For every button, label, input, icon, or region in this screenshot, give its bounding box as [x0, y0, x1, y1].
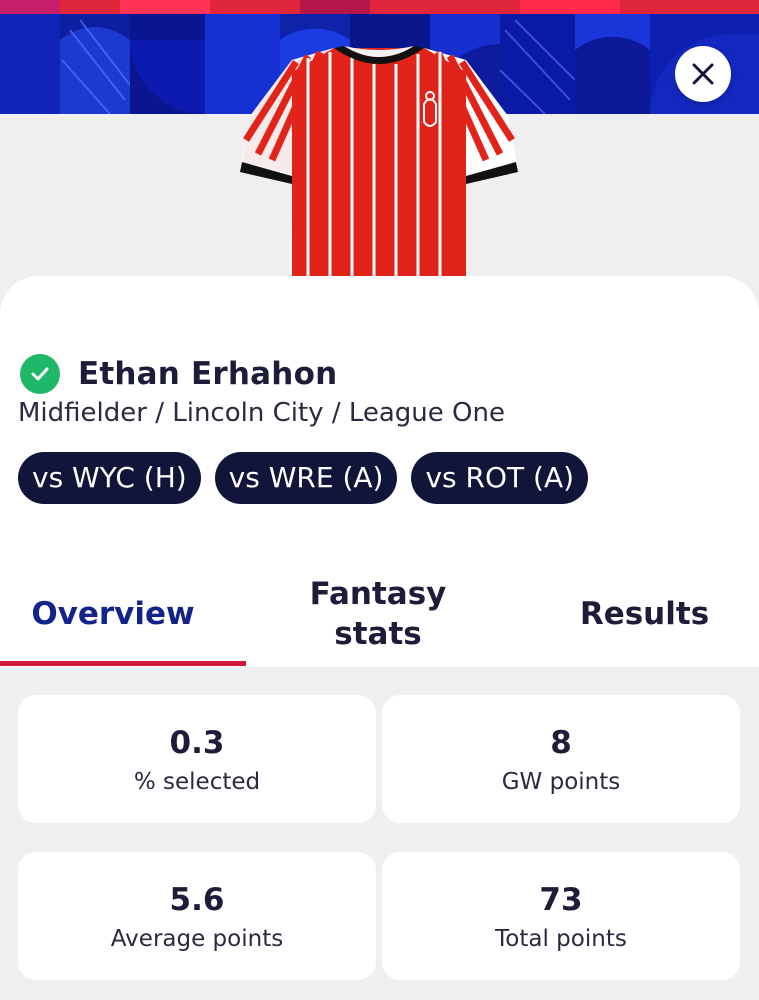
stat-label: Average points	[110, 926, 284, 952]
stat-value: 0.3	[169, 725, 225, 761]
check-icon	[20, 354, 60, 394]
fixture-chip[interactable]: vs ROT (A)	[411, 452, 589, 504]
close-icon	[692, 63, 714, 85]
stat-card: 0.3 % selected	[18, 695, 376, 823]
stat-label: GW points	[501, 769, 621, 795]
stats-grid: 0.3 % selected 8 GW points 5.6 Average p…	[0, 667, 759, 1000]
stat-card: 8 GW points	[382, 695, 740, 823]
player-header: Ethan Erhahon	[20, 352, 337, 396]
active-tab-indicator	[0, 661, 246, 666]
hero-header	[0, 0, 759, 290]
fixture-list: vs WYC (H) vs WRE (A) vs ROT (A)	[18, 452, 589, 504]
stat-card: 5.6 Average points	[18, 852, 376, 980]
fixture-chip[interactable]: vs WRE (A)	[214, 452, 398, 504]
tab-results[interactable]: Results	[530, 560, 759, 667]
stat-value: 73	[539, 882, 583, 918]
team-shirt-image	[240, 46, 518, 284]
player-meta: Midfielder / Lincoln City / League One	[18, 398, 505, 428]
stat-value: 5.6	[169, 882, 225, 918]
player-name: Ethan Erhahon	[78, 356, 338, 392]
tab-fantasy-stats[interactable]: Fantasy stats	[268, 560, 488, 667]
stat-card: 73 Total points	[382, 852, 740, 980]
tab-overview[interactable]: Overview	[0, 560, 226, 667]
tab-bar: Overview Fantasy stats Results	[0, 560, 759, 667]
stat-value: 8	[550, 725, 572, 761]
fixture-chip[interactable]: vs WYC (H)	[18, 452, 201, 504]
stat-label: % selected	[133, 769, 261, 795]
stat-label: Total points	[495, 926, 627, 952]
close-button[interactable]	[675, 46, 731, 102]
